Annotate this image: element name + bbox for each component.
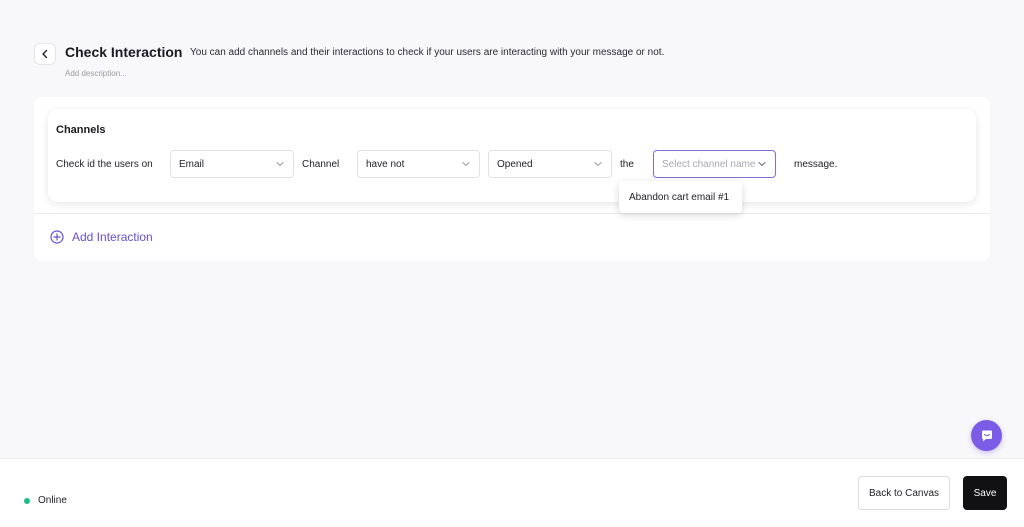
chevron-down-icon — [461, 159, 471, 169]
back-to-canvas-button[interactable]: Back to Canvas — [858, 476, 950, 510]
status-text: Online — [38, 495, 67, 506]
channel-select-value: Email — [179, 158, 205, 170]
chat-bubble-icon — [981, 430, 992, 441]
condition-select-value: have not — [366, 158, 405, 170]
channel-name-placeholder: Select channel name — [662, 158, 756, 170]
chat-support-button[interactable] — [971, 420, 1002, 451]
back-button[interactable] — [34, 43, 56, 65]
save-button[interactable]: Save — [963, 476, 1007, 510]
interaction-select-value: Opened — [497, 158, 533, 170]
status-dot — [24, 497, 30, 504]
interaction-select[interactable]: Opened — [488, 150, 612, 178]
page-title: Check Interaction — [65, 44, 183, 60]
channels-title: Channels — [56, 124, 106, 136]
add-interaction-button[interactable]: Add Interaction — [50, 230, 153, 244]
chevron-down-icon — [757, 159, 767, 169]
channel-select[interactable]: Email — [170, 150, 294, 178]
check-prefix-label: Check id the users on — [56, 159, 153, 170]
condition-select[interactable]: have not — [357, 150, 480, 178]
interaction-panel: Channels Check id the users on Email Cha… — [34, 97, 990, 261]
plus-circle-icon — [50, 230, 64, 244]
channel-word-label: Channel — [302, 159, 340, 170]
channels-card: Channels Check id the users on Email Cha… — [48, 109, 976, 202]
chevron-down-icon — [593, 159, 603, 169]
page-subtitle: You can add channels and their interacti… — [190, 47, 665, 58]
section-divider — [34, 213, 990, 214]
chevron-down-icon — [275, 159, 285, 169]
channel-name-option[interactable]: Abandon cart email #1 — [619, 181, 742, 213]
the-word-label: the — [620, 159, 634, 170]
add-interaction-label: Add Interaction — [72, 230, 153, 244]
connection-status: Online — [24, 495, 67, 506]
add-description-field[interactable]: Add description... — [65, 69, 127, 78]
page-footer: Online Back to Canvas Save — [0, 458, 1024, 527]
chevron-left-icon — [42, 49, 48, 59]
message-suffix-label: message. — [794, 159, 838, 170]
channel-name-select[interactable]: Select channel name — [653, 150, 776, 178]
